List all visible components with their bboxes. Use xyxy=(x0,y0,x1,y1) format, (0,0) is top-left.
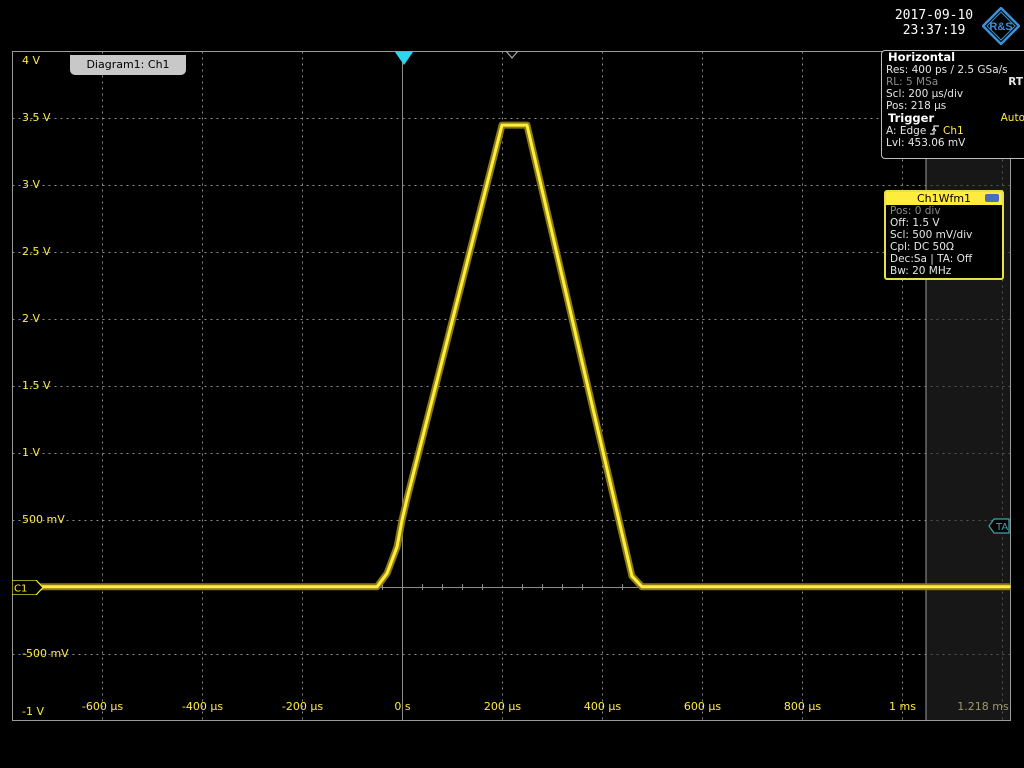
trigger-level-marker[interactable]: TA xyxy=(988,518,1010,534)
y-tick-label: 2 V xyxy=(22,311,41,325)
waveform-diagram[interactable] xyxy=(0,0,1024,768)
x-tick-label: -600 µs xyxy=(81,700,124,713)
y-tick-label: 1.5 V xyxy=(22,378,51,392)
x-tick-label: 1.218 ms xyxy=(957,700,1009,713)
wfm-off: Off: 1.5 V xyxy=(890,217,940,229)
minimize-icon[interactable] xyxy=(985,194,999,202)
x-tick-label: -400 µs xyxy=(181,700,224,713)
horizontal-trigger-panel[interactable]: Horizontal Res: 400 ps / 2.5 GSa/s RL: 5… xyxy=(881,50,1024,159)
x-tick-label: 400 µs xyxy=(583,700,622,713)
x-tick-label: 800 µs xyxy=(783,700,822,713)
trigger-level: Lvl: 453.06 mV xyxy=(886,137,966,149)
y-tick-label: 2.5 V xyxy=(22,244,51,258)
trigger-source-row: A: Edge Ch1 xyxy=(882,125,1024,137)
wfm-title: Ch1Wfm1 xyxy=(916,192,972,205)
x-tick-label: 0 s xyxy=(394,700,411,713)
y-tick-label: 500 mV xyxy=(22,512,65,526)
diagram-tab[interactable]: Diagram1: Ch1 xyxy=(70,55,186,75)
rising-edge-icon xyxy=(929,125,939,135)
wfm-bw: Bw: 20 MHz xyxy=(890,265,952,277)
x-tick-label: 200 µs xyxy=(483,700,522,713)
trigger-title: Trigger xyxy=(888,111,935,125)
wfm-scl: Scl: 500 mV/div xyxy=(890,229,973,241)
ta-marker-text: TA xyxy=(995,522,1008,533)
y-tick-label: -500 mV xyxy=(22,646,69,660)
trigger-position-icon[interactable] xyxy=(395,52,413,66)
x-tick-label: 600 µs xyxy=(683,700,722,713)
horizontal-rl-row: RL: 5 MSa RT xyxy=(882,76,1024,88)
y-tick-label: -1 V xyxy=(22,705,44,718)
wfm-pos: Pos: 0 div xyxy=(890,205,941,217)
y-tick-label: 3.5 V xyxy=(22,110,51,124)
trigger-header: Trigger Auto xyxy=(882,112,1024,125)
channel-waveform-panel[interactable]: Ch1Wfm1 Pos: 0 div Off: 1.5 V Scl: 500 m… xyxy=(884,190,1004,280)
horizontal-res: Res: 400 ps / 2.5 GSa/s xyxy=(886,64,1008,76)
horizontal-rl: RL: 5 MSa xyxy=(886,76,939,88)
trigger-source: A: Edge xyxy=(886,125,927,137)
x-tick-label: -200 µs xyxy=(281,700,324,713)
y-tick-label: 1 V xyxy=(22,445,41,459)
y-tick-label: 3 V xyxy=(22,177,41,191)
y-tick-label: 4 V xyxy=(22,54,41,67)
horizontal-pos: Pos: 218 µs xyxy=(886,100,947,112)
horizontal-rt: RT xyxy=(1008,76,1023,88)
wfm-cpl: Cpl: DC 50Ω xyxy=(890,241,954,253)
channel-offset-marker[interactable]: C1 xyxy=(12,580,44,595)
reference-point-icon[interactable] xyxy=(505,50,519,59)
x-tick-label: 1 ms xyxy=(889,700,916,713)
wfm-header: Ch1Wfm1 xyxy=(886,192,1002,205)
wfm-dec: Dec:Sa | TA: Off xyxy=(890,253,973,265)
horizontal-title: Horizontal xyxy=(888,50,956,64)
trigger-mode: Auto xyxy=(1000,112,1024,124)
trigger-channel: Ch1 xyxy=(943,125,964,137)
horizontal-scl: Scl: 200 µs/div xyxy=(886,88,964,100)
channel-marker-text: C1 xyxy=(14,584,27,595)
